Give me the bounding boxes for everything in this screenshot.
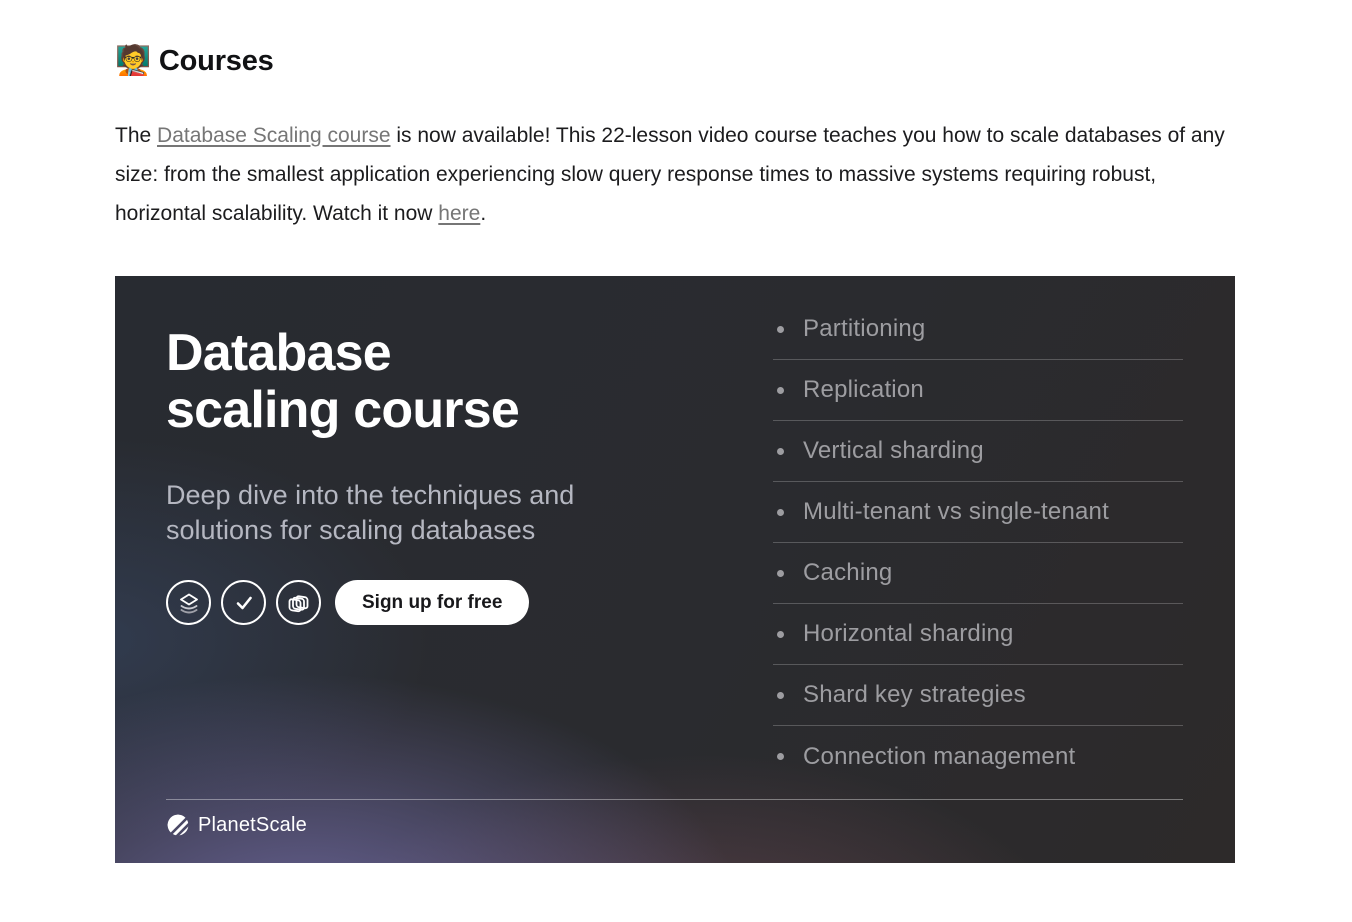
teacher-school-emoji-icon: 🧑‍🏫 [115, 44, 151, 78]
check-icon [221, 580, 266, 625]
bullet-icon [777, 692, 784, 699]
watch-here-link[interactable]: here [438, 202, 480, 225]
topic-label: Horizontal sharding [803, 620, 1014, 648]
topic-label: Caching [803, 559, 892, 587]
topics-list: Partitioning Replication Vertical shardi… [773, 299, 1183, 863]
bullet-icon [777, 509, 784, 516]
planetscale-logo-icon [166, 813, 190, 837]
cta-row: Sign up for free [166, 580, 773, 625]
topic-label: Shard key strategies [803, 681, 1026, 709]
topic-item: Replication [773, 360, 1183, 421]
topic-label: Multi-tenant vs single-tenant [803, 498, 1109, 526]
banner-title-line1: Database [166, 325, 773, 382]
page-title: 🧑‍🏫 Courses [115, 0, 1235, 78]
bullet-icon [777, 448, 784, 455]
topic-item: Connection management [773, 726, 1183, 787]
page-title-text: Courses [159, 45, 274, 78]
layers-icon [166, 580, 211, 625]
page-content: 🧑‍🏫 Courses The Database Scaling course … [115, 0, 1235, 863]
topic-item: Horizontal sharding [773, 604, 1183, 665]
topic-label: Connection management [803, 743, 1075, 771]
intro-paragraph: The Database Scaling course is now avail… [115, 116, 1225, 233]
bullet-icon [777, 631, 784, 638]
banner-title: Database scaling course [166, 325, 773, 439]
topic-item: Shard key strategies [773, 665, 1183, 726]
topic-item: Partitioning [773, 299, 1183, 360]
brand-name: PlanetScale [198, 814, 307, 837]
bullet-icon [777, 570, 784, 577]
topic-item: Caching [773, 543, 1183, 604]
banner-subtitle: Deep dive into the techniques and soluti… [166, 478, 606, 548]
banner-footer: PlanetScale [166, 799, 1183, 837]
topic-label: Vertical sharding [803, 437, 984, 465]
sign-up-button[interactable]: Sign up for free [335, 580, 529, 625]
topic-label: Replication [803, 376, 924, 404]
topic-item: Vertical sharding [773, 421, 1183, 482]
banner-title-line2: scaling course [166, 382, 773, 439]
shards-icon [276, 580, 321, 625]
topic-label: Partitioning [803, 315, 925, 343]
bullet-icon [777, 326, 784, 333]
brand-logo: PlanetScale [166, 813, 1183, 837]
intro-text: The [115, 124, 157, 147]
database-scaling-course-link[interactable]: Database Scaling course [157, 124, 390, 147]
bullet-icon [777, 387, 784, 394]
bullet-icon [777, 753, 784, 760]
banner-left-column: Database scaling course Deep dive into t… [115, 276, 773, 863]
intro-text: . [480, 202, 486, 225]
topic-item: Multi-tenant vs single-tenant [773, 482, 1183, 543]
course-promo-banner: Database scaling course Deep dive into t… [115, 276, 1235, 863]
